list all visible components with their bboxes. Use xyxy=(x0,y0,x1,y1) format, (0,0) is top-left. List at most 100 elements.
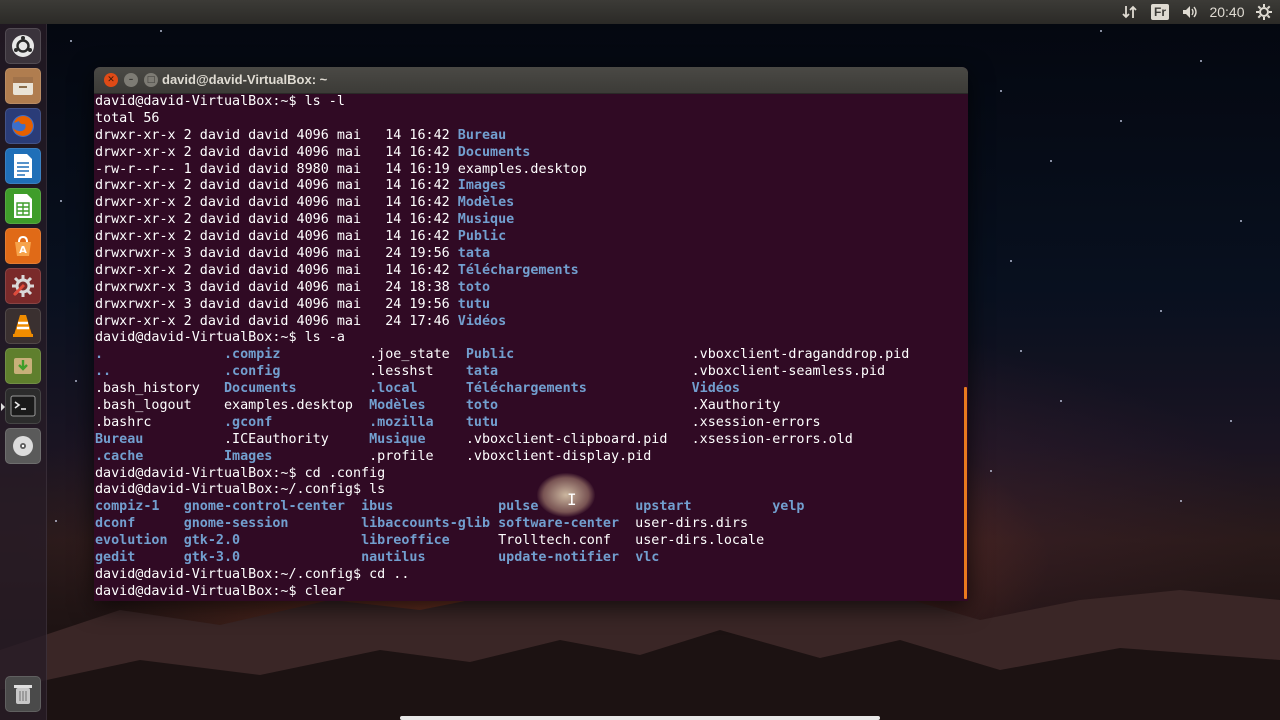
directory-name: update-notifier xyxy=(498,550,620,566)
terminal-line: .. .config .lesshst tata .vboxclient-sea… xyxy=(95,364,963,381)
keyboard-layout-label: Fr xyxy=(1151,4,1169,20)
directory-name: . xyxy=(95,347,104,363)
terminal-text: drwxr-xr-x 2 david david 4096 mai 24 17:… xyxy=(95,313,458,329)
terminal-text: drwxr-xr-x 2 david david 4096 mai 14 16:… xyxy=(95,144,458,160)
libreoffice-writer-icon[interactable] xyxy=(5,148,41,184)
keyboard-layout-icon[interactable]: Fr xyxy=(1150,0,1170,24)
terminal-window: ✕ – □ david@david-VirtualBox: ~ david@da… xyxy=(94,67,968,601)
directory-name: dconf xyxy=(95,516,136,532)
trash-icon[interactable] xyxy=(5,676,41,712)
volume-icon[interactable] xyxy=(1178,0,1202,24)
dvd-icon[interactable] xyxy=(5,428,41,464)
terminal-text: .bashrc xyxy=(95,414,224,430)
terminal-text: -rw-r--r-- 1 david david 8980 mai 14 16:… xyxy=(95,161,587,177)
minimize-button[interactable]: – xyxy=(124,73,138,87)
terminal-line: .bash_history Documents .local Télécharg… xyxy=(95,381,963,398)
directory-name: Téléchargements xyxy=(465,381,587,397)
terminal-line: -rw-r--r-- 1 david david 8980 mai 14 16:… xyxy=(95,162,963,179)
directory-name: gnome-control-center xyxy=(183,499,345,515)
minimize-icon: – xyxy=(128,74,134,85)
terminal-line: evolution gtk-2.0 libreoffice Trolltech.… xyxy=(95,533,963,550)
terminal-line: drwxr-xr-x 2 david david 4096 mai 14 16:… xyxy=(95,263,963,280)
firefox-icon[interactable] xyxy=(5,108,41,144)
maximize-button[interactable]: □ xyxy=(144,73,158,87)
directory-name: upstart xyxy=(635,499,692,515)
archive-installer-icon[interactable] xyxy=(5,348,41,384)
terminal-text: .vboxclient-draganddrop.pid xyxy=(514,347,910,363)
terminal-line: drwxrwxr-x 3 david david 4096 mai 24 19:… xyxy=(95,297,963,314)
terminal-text: .bash_history xyxy=(95,381,224,397)
directory-name: Bureau xyxy=(95,431,144,447)
terminal-icon[interactable] xyxy=(1,388,41,424)
bottom-bar xyxy=(400,716,880,720)
directory-name: libreoffice xyxy=(361,533,450,549)
directory-name: tata xyxy=(465,364,499,380)
terminal-output[interactable]: david@david-VirtualBox:~$ ls -l total 56 d… xyxy=(95,94,963,601)
terminal-line: .cache Images .profile .vboxclient-displ… xyxy=(95,449,963,466)
files-icon[interactable] xyxy=(5,68,41,104)
terminal-text: david@david-VirtualBox:~$ ls -l xyxy=(95,94,345,109)
window-titlebar[interactable]: ✕ – □ david@david-VirtualBox: ~ xyxy=(94,67,968,94)
directory-name: Bureau xyxy=(457,127,507,143)
terminal-line: drwxrwxr-x 3 david david 4096 mai 24 18:… xyxy=(95,280,963,297)
terminal-text: .xsession-errors xyxy=(498,414,821,430)
terminal-line: david@david-VirtualBox:~$ ls -l xyxy=(95,94,963,111)
terminal-text: total 56 xyxy=(95,110,160,126)
terminal-line: . .compiz .joe_state Public .vboxclient-… xyxy=(95,347,963,364)
directory-name: nautilus xyxy=(361,550,426,566)
directory-name: ibus xyxy=(361,499,394,515)
terminal-line: dconf gnome-session libaccounts-glib sof… xyxy=(95,516,963,533)
system-settings-icon[interactable] xyxy=(5,268,41,304)
directory-name: software-center xyxy=(498,516,620,532)
close-button[interactable]: ✕ xyxy=(104,73,118,87)
terminal-text: .lesshst xyxy=(280,364,466,380)
ubuntu-dash-icon[interactable] xyxy=(5,28,41,64)
terminal-text: .bash_logout examples.desktop xyxy=(95,398,370,414)
vlc-icon[interactable] xyxy=(5,308,41,344)
terminal-text: drwxr-xr-x 2 david david 4096 mai 14 16:… xyxy=(95,127,458,143)
maximize-icon: □ xyxy=(146,74,156,85)
terminal-text: drwxrwxr-x 3 david david 4096 mai 24 19:… xyxy=(95,246,458,262)
terminal-line: drwxr-xr-x 2 david david 4096 mai 14 16:… xyxy=(95,212,963,229)
terminal-scrollbar[interactable] xyxy=(964,387,967,599)
terminal-text: drwxr-xr-x 2 david david 4096 mai 14 16:… xyxy=(95,212,458,228)
directory-name: toto xyxy=(465,398,499,414)
terminal-line: david@david-VirtualBox:~$ ls -a xyxy=(95,330,963,347)
clock[interactable]: 20:40 xyxy=(1206,0,1248,24)
text-cursor-icon: I xyxy=(567,490,577,509)
directory-name: .. xyxy=(95,364,112,380)
directory-name: Documents xyxy=(224,381,297,397)
libreoffice-calc-icon[interactable] xyxy=(5,188,41,224)
directory-name: Musique xyxy=(457,212,515,228)
directory-name: pulse xyxy=(498,499,539,515)
directory-name: Images xyxy=(224,448,273,464)
terminal-text: .profile .vboxclient-display.pid xyxy=(272,448,652,464)
directory-name: tutu xyxy=(457,296,491,312)
top-panel: Fr 20:40 xyxy=(0,0,1280,24)
terminal-text: .vboxclient-clipboard.pid .xsession-erro… xyxy=(425,431,853,447)
directory-name: evolution xyxy=(95,533,168,549)
directory-name: gtk-3.0 xyxy=(183,550,241,566)
terminal-text: drwxr-xr-x 2 david david 4096 mai 14 16:… xyxy=(95,195,458,211)
terminal-line: david@david-VirtualBox:~$ cd .config xyxy=(95,466,963,483)
directory-name: Modèles xyxy=(457,195,515,211)
gear-icon[interactable] xyxy=(1252,0,1276,24)
directory-name: gedit xyxy=(95,550,136,566)
terminal-line: .bash_logout examples.desktop Modèles to… xyxy=(95,398,963,415)
terminal-line: total 56 xyxy=(95,111,963,128)
software-center-icon[interactable]: A xyxy=(5,228,41,264)
network-arrows-icon[interactable] xyxy=(1119,0,1141,24)
